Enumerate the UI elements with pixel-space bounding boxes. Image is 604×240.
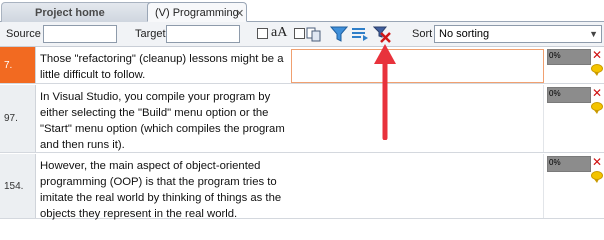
delete-icon[interactable]: ✕: [592, 87, 602, 99]
target-filter-input[interactable]: [166, 25, 240, 43]
source-filter-label: Source: [6, 28, 41, 40]
segment-number: 7.: [0, 47, 36, 83]
case-sensitive-checkbox[interactable]: [257, 28, 268, 39]
segment-list: 7. Those "refactoring" (cleanup) lessons…: [0, 47, 604, 220]
sort-dropdown-value: No sorting: [439, 28, 490, 40]
target-filter-label: Target: [135, 28, 166, 40]
case-sensitive-label: aA: [271, 25, 288, 40]
segment-row[interactable]: 154. However, the main aspect of object-…: [0, 154, 604, 220]
filter-toolbar: Source Target aA Sort No sorting ▼: [0, 22, 604, 47]
sort-dropdown[interactable]: No sorting ▼: [434, 25, 602, 43]
close-tab-icon[interactable]: ✕: [235, 5, 244, 23]
annotation-arrow: [374, 44, 396, 140]
target-cell[interactable]: [291, 85, 544, 152]
segment-row[interactable]: 7. Those "refactoring" (cleanup) lessons…: [0, 47, 604, 84]
tab-strip: Project home ✕ (V) Programming ✕: [0, 0, 604, 22]
source-text: In Visual Studio, you compile your progr…: [40, 91, 285, 151]
copy-icon[interactable]: [305, 25, 323, 43]
comment-icon[interactable]: [591, 64, 603, 76]
segment-row[interactable]: 97. In Visual Studio, you compile your p…: [0, 85, 604, 153]
delete-icon[interactable]: ✕: [592, 49, 602, 61]
copy-source-checkbox[interactable]: [294, 28, 305, 39]
filter-list-icon[interactable]: [351, 25, 369, 43]
target-editor[interactable]: [291, 49, 544, 83]
comment-icon[interactable]: [591, 171, 603, 183]
source-filter-input[interactable]: [43, 25, 117, 43]
progress-value: 0%: [549, 89, 561, 98]
tab-label: Project home: [35, 7, 105, 19]
segment-number: 97.: [0, 85, 36, 152]
tab-programming[interactable]: (V) Programming ✕: [147, 2, 247, 22]
target-cell[interactable]: [291, 154, 544, 218]
comment-icon[interactable]: [591, 102, 603, 114]
chevron-down-icon: ▼: [589, 29, 598, 39]
tab-label: (V) Programming: [155, 7, 239, 19]
source-text: Those "refactoring" (cleanup) lessons mi…: [40, 53, 284, 81]
progress-value: 0%: [549, 51, 561, 60]
delete-icon[interactable]: ✕: [592, 156, 602, 168]
progress-value: 0%: [549, 158, 561, 167]
filter-icon[interactable]: [330, 25, 348, 43]
source-text: However, the main aspect of object-orien…: [40, 160, 282, 220]
sort-label: Sort: [412, 28, 433, 40]
segment-number: 154.: [0, 154, 36, 218]
